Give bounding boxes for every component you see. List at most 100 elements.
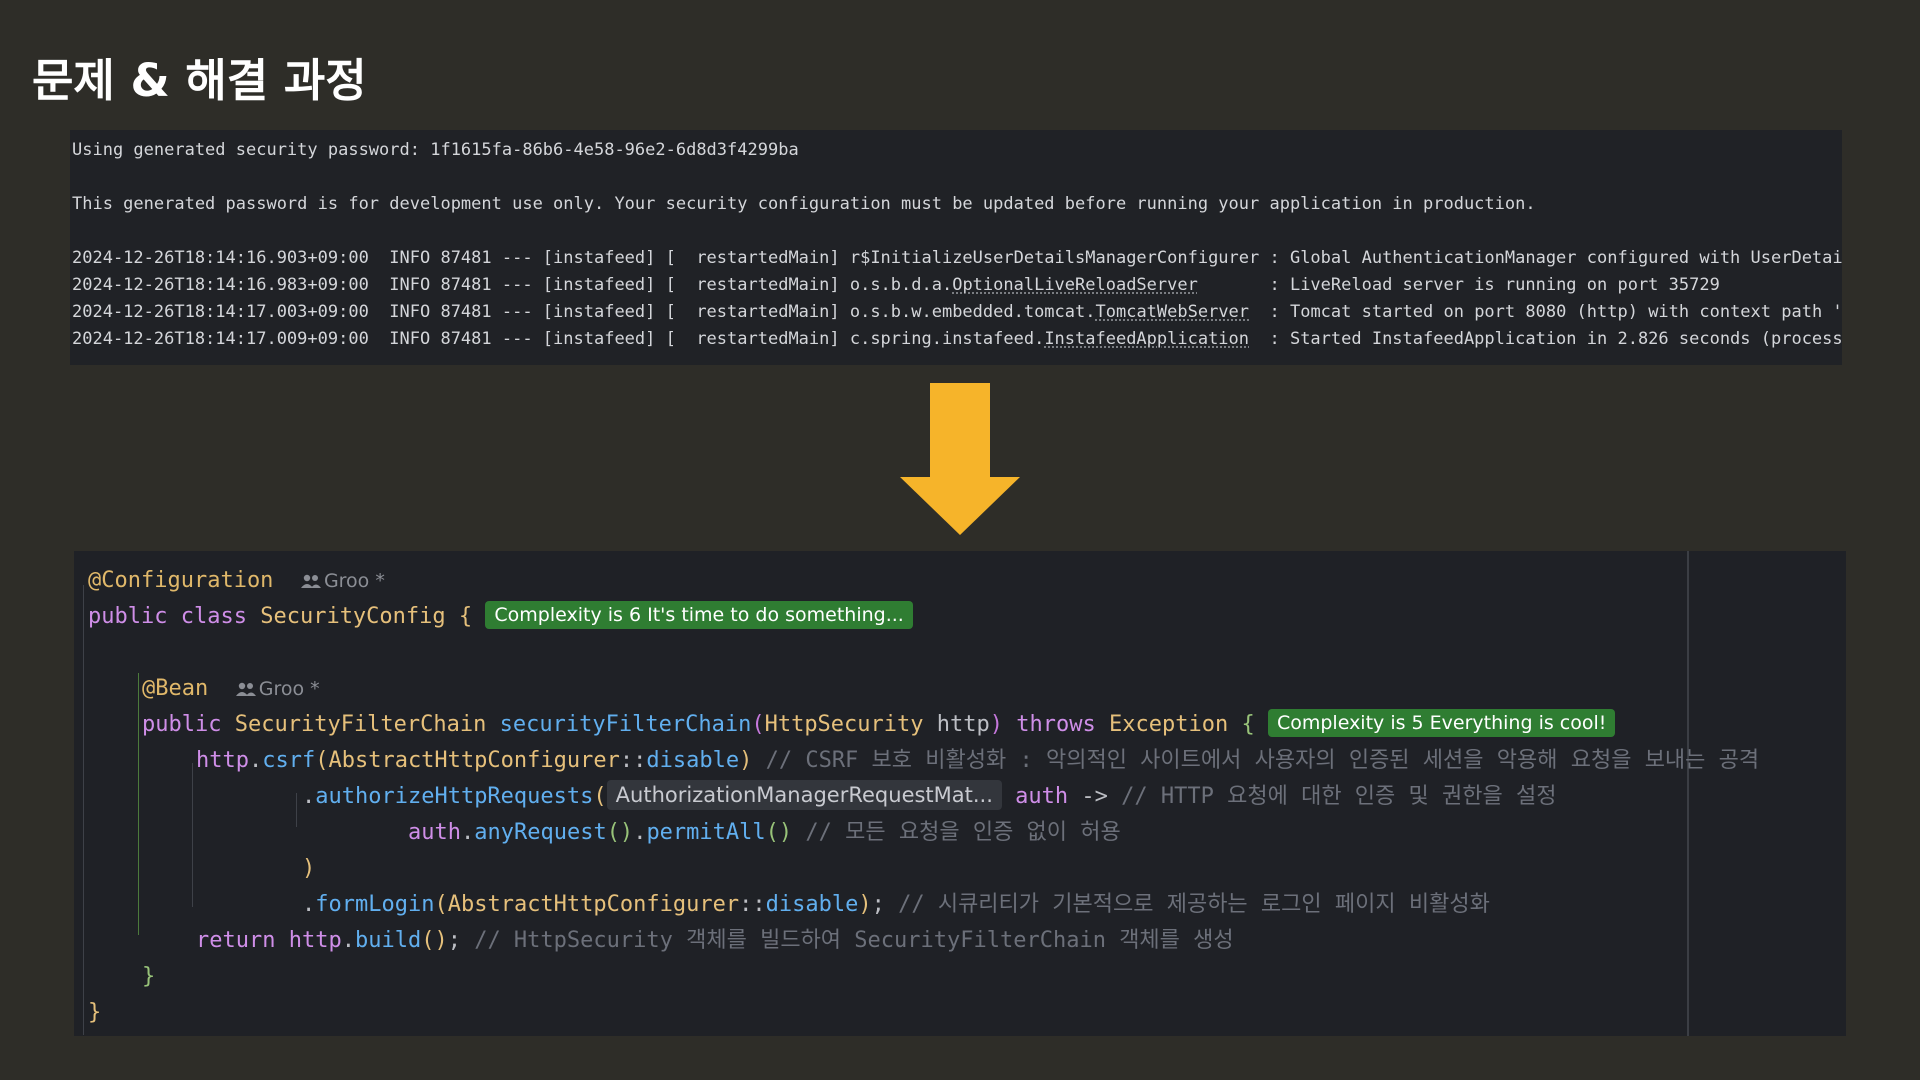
log-prefix: 2024-12-26T18:14:16.903+09:00 INFO 87481… (72, 248, 1260, 268)
param-name: http (936, 712, 990, 737)
paren: ( (751, 712, 765, 737)
code-line: .authorizeHttpRequests(AuthorizationMana… (302, 779, 1556, 815)
type-name: AbstractHttpConfigurer (447, 892, 740, 917)
paren: ( (434, 892, 448, 917)
dot: . (248, 748, 263, 773)
complexity-badge[interactable]: Complexity is 5 Everything is cool! (1267, 709, 1616, 737)
paren: () (606, 820, 634, 845)
code-line: } (142, 959, 155, 995)
method-call: csrf (262, 748, 316, 773)
paren: ) (739, 748, 753, 773)
method-call: build (354, 928, 422, 953)
code-line: public class SecurityConfig { Complexity… (88, 599, 913, 635)
paren: ) (858, 892, 872, 917)
annotation-bean: @Bean (142, 676, 209, 701)
class-name: SecurityConfig (260, 604, 446, 629)
log-logger-link[interactable]: OptionalLiveReloadServer (952, 275, 1198, 295)
paren: ( (593, 784, 607, 809)
log-prefix: 2024-12-26T18:14:16.983+09:00 INFO 87481… (72, 275, 953, 295)
semicolon: ; (447, 928, 461, 953)
dot: . (460, 820, 475, 845)
brace: { (458, 604, 473, 629)
complexity-badge[interactable]: Complexity is 6 It's time to do somethin… (485, 601, 913, 629)
code-comment: // 시큐리티가 기본적으로 제공하는 로그인 페이지 비활성화 (884, 892, 1490, 917)
lambda-param: auth (1015, 784, 1069, 809)
method-call: formLogin (315, 892, 435, 917)
arrow-operator: -> (1068, 784, 1108, 809)
slide-title: 문제 & 해결 과정 (32, 54, 367, 107)
keyword: class (180, 604, 247, 629)
log-logger-link[interactable]: TomcatWebServer (1096, 302, 1250, 322)
annotation-configuration: @Configuration (88, 568, 274, 593)
brace: } (142, 964, 156, 989)
log-line: 2024-12-26T18:14:16.983+09:00 INFO 87481… (72, 275, 1720, 295)
keyword: return (196, 928, 276, 953)
brace: { (1241, 712, 1255, 737)
method-call: disable (765, 892, 859, 917)
semicolon: ; (871, 892, 885, 917)
down-arrow-icon (900, 383, 1020, 535)
code-line: http.csrf(AbstractHttpConfigurer::disabl… (196, 743, 1759, 779)
log-message: : Global AuthenticationManager configure… (1259, 248, 1842, 268)
method-ref: :: (619, 748, 647, 773)
brace: } (88, 1000, 102, 1025)
paren: ) (302, 856, 316, 881)
identifier: http (288, 928, 342, 953)
author-name: Groo * (323, 570, 385, 592)
method-call: anyRequest (474, 820, 607, 845)
code-comment: // CSRF 보호 비활성화 : 악의적인 사이트에서 사용자의 인증된 세션… (752, 748, 1760, 773)
log-message: : Started InstafeedApplication in 2.826 … (1249, 329, 1842, 349)
dot: . (633, 820, 647, 845)
keyword: public (142, 712, 222, 737)
type-name: SecurityFilterChain (234, 712, 487, 737)
code-comment: // HTTP 요청에 대한 인증 및 권한을 설정 (1107, 784, 1557, 809)
code-line: } (88, 995, 101, 1031)
console-line: Using generated security password: 1f161… (72, 140, 799, 160)
keyword: public (88, 604, 168, 629)
method-call: permitAll (646, 820, 766, 845)
author-name: Groo * (258, 678, 320, 700)
indent-guide (138, 673, 139, 935)
param-type-hint[interactable]: AuthorizationManagerRequestMat... (606, 780, 1002, 810)
method-name: securityFilterChain (499, 712, 752, 737)
type-name: AbstractHttpConfigurer (328, 748, 620, 773)
code-line: return http.build(); // HttpSecurity 객체를… (196, 923, 1234, 959)
log-logger-link[interactable]: InstafeedApplication (1044, 329, 1249, 349)
keyword: throws (1016, 712, 1096, 737)
right-margin-guide (1687, 551, 1689, 1036)
author-hint[interactable]: Groo * (235, 678, 320, 700)
paren: ) (989, 712, 1004, 737)
identifier: auth (408, 820, 461, 845)
paren: () (421, 928, 448, 953)
exception-type: Exception (1109, 712, 1229, 737)
method-ref: :: (739, 892, 766, 917)
paren: ( (315, 748, 329, 773)
log-line: 2024-12-26T18:14:16.903+09:00 INFO 87481… (72, 248, 1842, 268)
code-comment: // 모든 요청을 인증 없이 허용 (792, 820, 1121, 845)
people-icon (300, 574, 321, 588)
code-comment: // HttpSecurity 객체를 빌드하여 SecurityFilterC… (460, 928, 1234, 953)
log-prefix: 2024-12-26T18:14:17.003+09:00 INFO 87481… (72, 302, 1096, 322)
log-message: : LiveReload server is running on port 3… (1197, 275, 1720, 295)
log-line: 2024-12-26T18:14:17.003+09:00 INFO 87481… (72, 302, 1842, 322)
method-call: disable (646, 748, 740, 773)
dot: . (302, 784, 316, 809)
code-editor[interactable]: @Configuration Groo * public class Secur… (74, 551, 1846, 1036)
method-call: authorizeHttpRequests (315, 784, 594, 809)
dot: . (341, 928, 355, 953)
paren: () (765, 820, 793, 845)
code-line: public SecurityFilterChain securityFilte… (142, 707, 1616, 743)
code-line: .formLogin(AbstractHttpConfigurer::disab… (302, 887, 1490, 923)
dot: . (302, 892, 316, 917)
code-line: auth.anyRequest().permitAll() // 모든 요청을 … (408, 815, 1121, 851)
log-prefix: 2024-12-26T18:14:17.009+09:00 INFO 87481… (72, 329, 1045, 349)
indent-guide (296, 793, 297, 827)
log-line: 2024-12-26T18:14:17.009+09:00 INFO 87481… (72, 329, 1842, 349)
people-icon (235, 682, 256, 696)
code-line: @Bean Groo * (142, 671, 320, 707)
log-message: : Tomcat started on port 8080 (http) wit… (1249, 302, 1843, 322)
code-line: ) (302, 851, 315, 887)
author-hint[interactable]: Groo * (300, 570, 385, 592)
console-output-panel: Using generated security password: 1f161… (70, 130, 1842, 365)
code-line: @Configuration Groo * (88, 563, 385, 599)
